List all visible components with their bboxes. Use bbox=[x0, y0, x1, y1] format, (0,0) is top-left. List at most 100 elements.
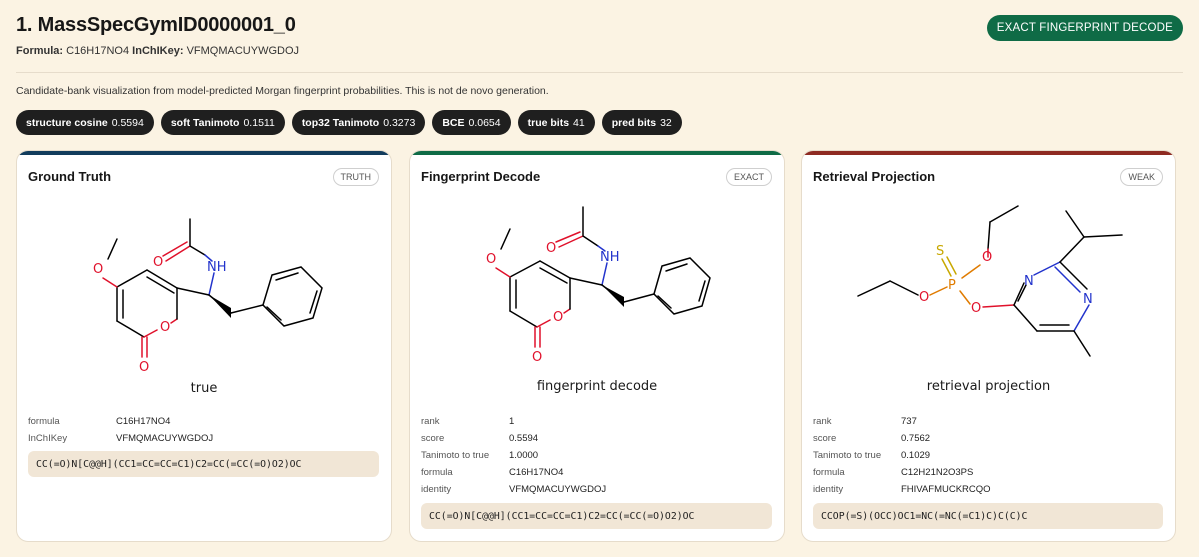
metric-soft-tanimoto: soft Tanimoto 0.1511 bbox=[160, 110, 285, 135]
metric-key: pred bits bbox=[611, 116, 657, 129]
atom-n: N bbox=[1024, 274, 1034, 289]
card-title: Ground Truth bbox=[28, 169, 112, 184]
property-row: formula C16H17NO4 bbox=[28, 413, 213, 430]
exact-badge: EXACT bbox=[725, 168, 772, 186]
property-row: rank 1 bbox=[421, 413, 606, 430]
metric-value: 41 bbox=[573, 116, 585, 129]
caption: Candidate-bank visualization from model-… bbox=[16, 85, 549, 97]
card-accent-bar bbox=[410, 151, 784, 155]
property-key: identity bbox=[813, 484, 844, 495]
property-key: score bbox=[421, 433, 445, 444]
atom-o: O bbox=[93, 262, 103, 277]
truth-badge: TRUTH bbox=[332, 168, 379, 186]
atom-nh: NH bbox=[207, 260, 227, 275]
property-value: VFMQMACUYWGDOJ bbox=[509, 484, 607, 495]
card-accent-bar bbox=[802, 151, 1175, 155]
property-row: formula C12H21N2O3PS bbox=[813, 464, 991, 481]
molecule-meta: Formula: C16H17NO4 InChIKey: VFMQMACUYWG… bbox=[16, 45, 1183, 57]
metric-value: 0.1511 bbox=[243, 116, 275, 129]
property-value: 0.1029 bbox=[901, 450, 931, 461]
smiles-string[interactable]: CC(=O)N[C@@H](CC1=CC=CC=C1)C2=CC(=CC(=O)… bbox=[28, 451, 379, 477]
property-row: Tanimoto to true 1.0000 bbox=[421, 447, 606, 464]
metric-structure-cosine: structure cosine 0.5594 bbox=[16, 110, 154, 135]
property-key: rank bbox=[421, 416, 440, 427]
metric-value: 32 bbox=[660, 116, 672, 129]
property-row: InChIKey VFMQMACUYWGDOJ bbox=[28, 430, 213, 447]
atom-o: O bbox=[153, 255, 163, 270]
metric-value: 0.5594 bbox=[111, 116, 144, 129]
property-value: 0.5594 bbox=[509, 433, 539, 444]
molecule-label: retrieval projection bbox=[926, 379, 1051, 394]
header: 1. MassSpecGymID0000001_0 Formula: C16H1… bbox=[16, 14, 1183, 57]
property-row: Tanimoto to true 0.1029 bbox=[813, 447, 991, 464]
card-fingerprint-decode: Fingerprint Decode EXACT O NH O O O fing… bbox=[409, 150, 785, 542]
property-key: rank bbox=[813, 416, 832, 427]
property-key: score bbox=[813, 433, 837, 444]
metrics-bar: structure cosine 0.5594 soft Tanimoto 0.15… bbox=[16, 110, 682, 135]
atom-o: O bbox=[486, 252, 496, 267]
metric-key: BCE bbox=[442, 116, 465, 129]
card-ground-truth: Ground Truth TRUTH O NH O O O true formu… bbox=[16, 150, 392, 542]
atom-n: N bbox=[1083, 292, 1093, 307]
property-value: C12H21N2O3PS bbox=[901, 467, 974, 478]
metric-key: structure cosine bbox=[26, 116, 108, 129]
property-list: rank 1 score 0.5594 Tanimoto to true 1.0000… bbox=[421, 413, 606, 498]
atom-s: S bbox=[936, 244, 944, 259]
atom-o: O bbox=[532, 350, 542, 365]
property-key: InChIKey bbox=[28, 433, 68, 444]
property-value: 1.0000 bbox=[509, 450, 539, 461]
metric-top32-tanimoto: top32 Tanimoto 0.3273 bbox=[291, 110, 426, 135]
exact-fingerprint-decode-button[interactable]: EXACT FINGERPRINT DECODE bbox=[986, 15, 1183, 41]
inchikey-value: VFMQMACUYWGDOJ bbox=[186, 45, 300, 57]
formula-label: Formula: bbox=[16, 45, 64, 57]
atom-o: O bbox=[139, 360, 149, 375]
atom-p: P bbox=[948, 278, 956, 293]
molecule-label: true bbox=[190, 381, 218, 396]
molecule-structure-retrieval: O P S O O N N bbox=[857, 205, 1123, 357]
metric-key: top32 Tanimoto bbox=[301, 116, 380, 129]
divider bbox=[16, 72, 1183, 73]
inchikey-label: InChIKey: bbox=[132, 45, 184, 57]
molecule-label: fingerprint decode bbox=[536, 379, 658, 394]
property-value: C16H17NO4 bbox=[116, 416, 171, 427]
property-row: score 0.7562 bbox=[813, 430, 991, 447]
atom-o: O bbox=[919, 290, 929, 305]
card-title: Fingerprint Decode bbox=[421, 169, 541, 184]
property-row: identity VFMQMACUYWGDOJ bbox=[421, 481, 606, 498]
property-list: rank 737 score 0.7562 Tanimoto to true 0.10… bbox=[813, 413, 991, 498]
atom-nh: NH bbox=[600, 250, 620, 265]
property-key: Tanimoto to true bbox=[813, 450, 882, 461]
weak-badge: WEAK bbox=[1120, 168, 1163, 186]
property-value: 1 bbox=[509, 416, 515, 427]
metric-key: soft Tanimoto bbox=[170, 116, 240, 129]
property-row: identity FHIVAFMUCKRCQO bbox=[813, 481, 991, 498]
atom-o: O bbox=[160, 320, 170, 335]
property-key: formula bbox=[28, 416, 60, 427]
card-retrieval-projection: Retrieval Projection WEAK O P S O O N N … bbox=[801, 150, 1176, 542]
property-value: VFMQMACUYWGDOJ bbox=[116, 433, 214, 444]
card-title: Retrieval Projection bbox=[813, 169, 936, 184]
atom-o: O bbox=[971, 301, 981, 316]
metric-pred-bits: pred bits 32 bbox=[601, 110, 682, 135]
property-row: score 0.5594 bbox=[421, 430, 606, 447]
smiles-string[interactable]: CC(=O)N[C@@H](CC1=CC=CC=C1)C2=CC(=CC(=O)… bbox=[421, 503, 772, 529]
property-value: 0.7562 bbox=[901, 433, 931, 444]
atom-o: O bbox=[982, 250, 992, 265]
atom-o: O bbox=[546, 241, 556, 256]
metric-value: 0.3273 bbox=[383, 116, 416, 129]
property-row: rank 737 bbox=[813, 413, 991, 430]
metric-bce: BCE 0.0654 bbox=[432, 110, 511, 135]
smiles-string[interactable]: CCOP(=S)(OCC)OC1=NC(=NC(=C1)C)C(C)C bbox=[813, 503, 1163, 529]
molecule-structure-true: O NH O O O bbox=[93, 218, 323, 375]
formula-value: C16H17NO4 bbox=[66, 45, 130, 57]
property-key: identity bbox=[421, 484, 452, 495]
metric-value: 0.0654 bbox=[468, 116, 501, 129]
property-key: formula bbox=[813, 467, 845, 478]
metric-true-bits: true bits 41 bbox=[517, 110, 595, 135]
property-list: formula C16H17NO4 InChIKey VFMQMACUYWGDOJ bbox=[28, 413, 213, 447]
property-key: formula bbox=[421, 467, 453, 478]
property-value: C16H17NO4 bbox=[509, 467, 564, 478]
metric-key: true bits bbox=[527, 116, 570, 129]
card-accent-bar bbox=[17, 151, 391, 155]
property-key: Tanimoto to true bbox=[421, 450, 490, 461]
